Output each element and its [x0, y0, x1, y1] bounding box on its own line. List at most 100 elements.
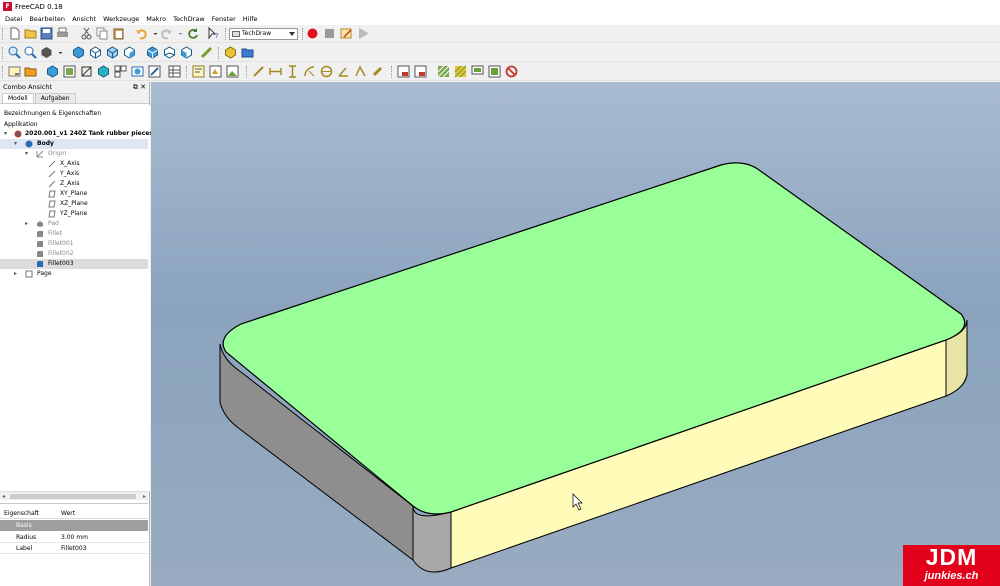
tree-item-z-axis[interactable]: Z_Axis — [0, 179, 148, 189]
angle-dimension-icon[interactable] — [337, 65, 350, 78]
toolbar-grip[interactable] — [302, 28, 304, 40]
annotation-icon[interactable] — [192, 65, 205, 78]
undo-dropdown-icon[interactable] — [149, 27, 158, 40]
print-icon[interactable] — [56, 27, 69, 40]
tree-item-fillet003[interactable]: Fillet003 — [0, 259, 148, 269]
refresh-icon[interactable] — [186, 27, 199, 40]
toolbar-grip[interactable] — [225, 28, 227, 40]
toolbar-grip[interactable] — [2, 28, 4, 40]
redo-icon[interactable] — [160, 27, 173, 40]
measure-distance-icon[interactable] — [200, 46, 213, 59]
vertical-dimension-icon[interactable] — [286, 65, 299, 78]
expand-arrow-icon[interactable]: ▾ — [4, 129, 7, 139]
scroll-left-icon[interactable]: ◂ — [2, 492, 5, 501]
insert-view-icon[interactable] — [46, 65, 59, 78]
paste-icon[interactable] — [112, 27, 125, 40]
clip-group-icon[interactable] — [131, 65, 144, 78]
horizontal-dimension-icon[interactable] — [269, 65, 282, 78]
view-right-icon[interactable] — [123, 46, 136, 59]
link-dimension-icon[interactable] — [371, 65, 384, 78]
expand-arrow-icon[interactable]: ▸ — [14, 269, 17, 279]
three-point-angle-icon[interactable] — [354, 65, 367, 78]
float-panel-icon[interactable]: ⧉ — [133, 83, 138, 91]
tree-item-page[interactable]: ▸ Page — [0, 269, 148, 279]
diameter-dimension-icon[interactable] — [320, 65, 333, 78]
tree-horizontal-scrollbar[interactable]: ◂ ▸ — [0, 491, 148, 500]
tab-aufgaben[interactable]: Aufgaben — [34, 93, 76, 103]
workbench-selector[interactable]: TechDraw — [229, 28, 298, 40]
property-value[interactable]: Fillet003 — [61, 543, 87, 554]
tree-item-pad[interactable]: ▸ Pad — [0, 219, 148, 229]
tree-item-xy-plane[interactable]: XY_Plane — [0, 189, 148, 199]
toggle-frame-icon[interactable] — [505, 65, 518, 78]
macro-stop-icon[interactable] — [323, 27, 336, 40]
spreadsheet-view-icon[interactable] — [168, 65, 181, 78]
tree-item-fillet002[interactable]: Fillet002 — [0, 249, 148, 259]
macro-record-icon[interactable] — [306, 27, 319, 40]
tab-modell[interactable]: Modell — [2, 93, 34, 103]
hatch-face-icon[interactable] — [437, 65, 450, 78]
rich-text-annotation-icon[interactable] — [488, 65, 501, 78]
view-top-icon[interactable] — [106, 46, 119, 59]
draft-view-icon[interactable] — [148, 65, 161, 78]
expand-arrow-icon[interactable]: ▾ — [25, 149, 28, 159]
tree-item-x-axis[interactable]: X_Axis — [0, 159, 148, 169]
redo-dropdown-icon[interactable] — [174, 27, 183, 40]
scroll-right-icon[interactable]: ▸ — [143, 492, 146, 501]
close-panel-icon[interactable]: ✕ — [140, 83, 146, 91]
export-page-dxf-icon[interactable] — [414, 65, 427, 78]
draw-style-dropdown-icon[interactable] — [54, 46, 63, 59]
scrollbar-thumb[interactable] — [10, 494, 136, 499]
create-group-icon[interactable] — [241, 46, 254, 59]
menu-techdraw[interactable]: TechDraw — [171, 14, 210, 25]
leader-line-icon[interactable] — [471, 65, 484, 78]
active-view-icon[interactable] — [63, 65, 76, 78]
tree-item-fillet001[interactable]: Fillet001 — [0, 239, 148, 249]
geometric-hatch-icon[interactable] — [454, 65, 467, 78]
menu-hilfe[interactable]: Hilfe — [241, 14, 263, 25]
view-isometric-icon[interactable] — [72, 46, 85, 59]
view-rear-icon[interactable] — [146, 46, 159, 59]
length-dimension-icon[interactable] — [252, 65, 265, 78]
expand-arrow-icon[interactable]: ▾ — [14, 139, 17, 149]
insert-page-template-icon[interactable] — [24, 65, 37, 78]
fit-all-icon[interactable] — [8, 46, 21, 59]
whats-this-icon[interactable]: ? — [207, 27, 220, 40]
export-page-svg-icon[interactable] — [397, 65, 410, 78]
macro-execute-icon[interactable] — [357, 27, 370, 40]
toolbar-grip[interactable] — [391, 66, 393, 78]
toolbar-grip[interactable] — [186, 66, 188, 78]
menu-bearbeiten[interactable]: Bearbeiten — [27, 14, 70, 25]
create-part-icon[interactable] — [224, 46, 237, 59]
tree-item-y-axis[interactable]: Y_Axis — [0, 169, 148, 179]
tree-item-body[interactable]: ▾ Body — [0, 139, 148, 149]
toolbar-grip[interactable] — [2, 47, 4, 59]
tree-item-xz-plane[interactable]: XZ_Plane — [0, 199, 148, 209]
tree-item-origin[interactable]: ▾ Origin — [0, 149, 148, 159]
menu-ansicht[interactable]: Ansicht — [70, 14, 101, 25]
save-icon[interactable] — [40, 27, 53, 40]
tree-item-document[interactable]: ▾ 2020.001_v1 240Z Tank rubber pieces — [0, 129, 153, 139]
tree-item-fillet[interactable]: Fillet — [0, 229, 148, 239]
property-value[interactable]: 3.00 mm — [61, 532, 88, 543]
open-folder-icon[interactable] — [24, 27, 37, 40]
copy-icon[interactable] — [96, 27, 109, 40]
property-group-basis[interactable]: Basis — [0, 520, 148, 531]
draw-style-icon[interactable] — [40, 46, 53, 59]
menu-fenster[interactable]: Fenster — [210, 14, 241, 25]
view-front-icon[interactable] — [89, 46, 102, 59]
3d-viewport[interactable] — [151, 82, 1000, 586]
tree-item-yz-plane[interactable]: YZ_Plane — [0, 209, 148, 219]
new-document-icon[interactable] — [8, 27, 21, 40]
property-row-label[interactable]: Label Fillet003 — [0, 543, 148, 554]
radius-dimension-icon[interactable] — [303, 65, 316, 78]
menu-datei[interactable]: Datei — [3, 14, 27, 25]
menu-makro[interactable]: Makro — [144, 14, 171, 25]
macro-edit-icon[interactable] — [340, 27, 353, 40]
toolbar-grip[interactable] — [246, 66, 248, 78]
undo-icon[interactable] — [135, 27, 148, 40]
expand-arrow-icon[interactable]: ▸ — [25, 219, 28, 229]
insert-default-page-icon[interactable] — [8, 65, 21, 78]
fit-selection-icon[interactable] — [24, 46, 37, 59]
section-view-icon[interactable] — [80, 65, 93, 78]
